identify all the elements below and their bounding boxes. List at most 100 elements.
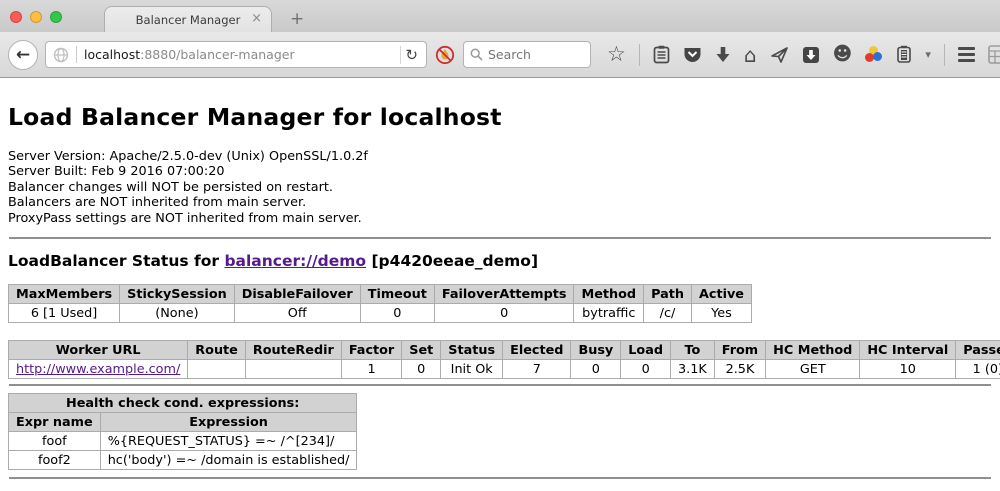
- tab-close-icon[interactable]: ×: [251, 11, 262, 26]
- minimize-window-button[interactable]: [30, 11, 42, 23]
- home-icon[interactable]: ⌂: [744, 45, 757, 65]
- url-separator: [76, 46, 77, 63]
- window-controls: [10, 11, 62, 23]
- balancer-demo-link[interactable]: balancer://demo: [224, 252, 366, 270]
- cell-set: 0: [402, 360, 441, 379]
- cell-active: Yes: [691, 304, 751, 323]
- toolbar-separator: [639, 44, 640, 66]
- globe-icon: [53, 47, 69, 63]
- cell-stickysession: (None): [120, 304, 235, 323]
- balancer-status-heading: LoadBalancer Status for balancer://demo …: [8, 252, 992, 270]
- balloons-icon[interactable]: [865, 46, 883, 64]
- col-set: Set: [402, 341, 441, 360]
- section-divider: [9, 237, 991, 239]
- cell-route: [188, 360, 246, 379]
- downloads-icon[interactable]: [715, 46, 731, 64]
- flash-blocked-icon[interactable]: [434, 44, 456, 66]
- col-stickysession: StickySession: [120, 285, 235, 304]
- col-disablefailover: DisableFailover: [234, 285, 360, 304]
- new-tab-button[interactable]: +: [290, 6, 304, 32]
- cell-method: bytraffic: [574, 304, 644, 323]
- balancer-table-row: 6 [1 Used] (None) Off 0 0 bytraffic /c/ …: [9, 304, 752, 323]
- proxypass-notice-line: ProxyPass settings are NOT inherited fro…: [8, 211, 992, 226]
- cell-from: 2.5K: [714, 360, 765, 379]
- server-built-line: Server Built: Feb 9 2016 07:00:20: [8, 164, 992, 179]
- cell-load: 0: [621, 360, 671, 379]
- col-failoverattempts: FailoverAttempts: [434, 285, 574, 304]
- menu-icon[interactable]: [958, 45, 975, 64]
- cell-busy: 0: [571, 360, 621, 379]
- back-button[interactable]: ←: [8, 40, 38, 70]
- search-input[interactable]: [488, 47, 573, 62]
- cell-expr-name: foof: [9, 432, 101, 451]
- col-timeout: Timeout: [360, 285, 434, 304]
- section-divider: [9, 384, 991, 386]
- col-expr-name: Expr name: [9, 413, 101, 432]
- col-to: To: [671, 341, 715, 360]
- worker-table-row: http://www.example.com/ 1 0 Init Ok 7 0 …: [9, 360, 1000, 379]
- cell-expression: hc('body') =~ /domain is established/: [100, 451, 357, 470]
- col-factor: Factor: [341, 341, 401, 360]
- balancer-table: MaxMembers StickySession DisableFailover…: [8, 284, 752, 323]
- health-table-header-row: Expr name Expression: [9, 413, 357, 432]
- video-download-icon[interactable]: [802, 46, 820, 64]
- health-table-row: foof2 hc('body') =~ /domain is establish…: [9, 451, 357, 470]
- search-icon: [470, 48, 483, 61]
- cell-routeredir: [245, 360, 341, 379]
- send-icon[interactable]: [770, 46, 789, 64]
- page-content: Load Balancer Manager for localhost Serv…: [0, 103, 1000, 479]
- chat-smiley-icon[interactable]: ☻: [833, 45, 853, 64]
- col-method: Method: [574, 285, 644, 304]
- cell-passes: 1 (0): [956, 360, 1000, 379]
- server-info: Server Version: Apache/2.5.0-dev (Unix) …: [8, 149, 992, 226]
- cell-elected: 7: [503, 360, 571, 379]
- col-hc-interval: HC Interval: [860, 341, 956, 360]
- health-table-title-row: Health check cond. expressions:: [9, 394, 357, 413]
- toolbar-icon-strip: ☆ ⌂ ☻ ▾: [607, 44, 1000, 66]
- health-check-table: Health check cond. expressions: Expr nam…: [8, 393, 357, 470]
- zoom-window-button[interactable]: [50, 11, 62, 23]
- clipboard-icon[interactable]: [653, 45, 670, 64]
- bookmark-star-icon[interactable]: ☆: [607, 44, 626, 65]
- col-maxmembers: MaxMembers: [9, 285, 120, 304]
- cell-failoverattempts: 0: [434, 304, 574, 323]
- col-status: Status: [441, 341, 503, 360]
- col-from: From: [714, 341, 765, 360]
- col-expression: Expression: [100, 413, 357, 432]
- dropdown-caret-icon[interactable]: ▾: [925, 49, 931, 60]
- browser-tab[interactable]: Balancer Manager ×: [104, 6, 272, 32]
- cell-factor: 1: [341, 360, 401, 379]
- health-table-row: foof %{REQUEST_STATUS} =~ /^[234]/: [9, 432, 357, 451]
- col-passes: Passes: [956, 341, 1000, 360]
- cell-expression: %{REQUEST_STATUS} =~ /^[234]/: [100, 432, 357, 451]
- cell-expr-name: foof2: [9, 451, 101, 470]
- reload-icon[interactable]: ↻: [400, 46, 422, 64]
- close-window-button[interactable]: [10, 11, 22, 23]
- extension-icon[interactable]: [896, 45, 912, 64]
- cell-timeout: 0: [360, 304, 434, 323]
- cell-disablefailover: Off: [234, 304, 360, 323]
- cell-hc-interval: 10: [860, 360, 956, 379]
- cell-path: /c/: [644, 304, 692, 323]
- search-box[interactable]: [463, 41, 591, 68]
- worker-table: Worker URL Route RouteRedir Factor Set S…: [8, 340, 1000, 379]
- page-title: Load Balancer Manager for localhost: [8, 103, 992, 131]
- cell-worker-url: http://www.example.com/: [9, 360, 188, 379]
- pocket-icon[interactable]: [683, 46, 702, 64]
- server-version-line: Server Version: Apache/2.5.0-dev (Unix) …: [8, 149, 992, 164]
- heading-suffix: [p4420eeae_demo]: [366, 252, 538, 270]
- cell-maxmembers: 6 [1 Used]: [9, 304, 120, 323]
- url-path: :8880/balancer-manager: [140, 47, 294, 62]
- url-bar[interactable]: localhost:8880/balancer-manager ↻: [45, 41, 427, 68]
- balancer-table-header-row: MaxMembers StickySession DisableFailover…: [9, 285, 752, 304]
- col-active: Active: [691, 285, 751, 304]
- col-hc-method: HC Method: [766, 341, 860, 360]
- persist-notice-line: Balancer changes will NOT be persisted o…: [8, 180, 992, 195]
- inherit-notice-line: Balancers are NOT inherited from main se…: [8, 195, 992, 210]
- section-divider: [9, 477, 991, 479]
- col-busy: Busy: [571, 341, 621, 360]
- col-routeredir: RouteRedir: [245, 341, 341, 360]
- window-titlebar: Balancer Manager × +: [0, 0, 1000, 32]
- pages-grid-icon[interactable]: [988, 45, 1000, 64]
- worker-url-link[interactable]: http://www.example.com/: [16, 362, 180, 377]
